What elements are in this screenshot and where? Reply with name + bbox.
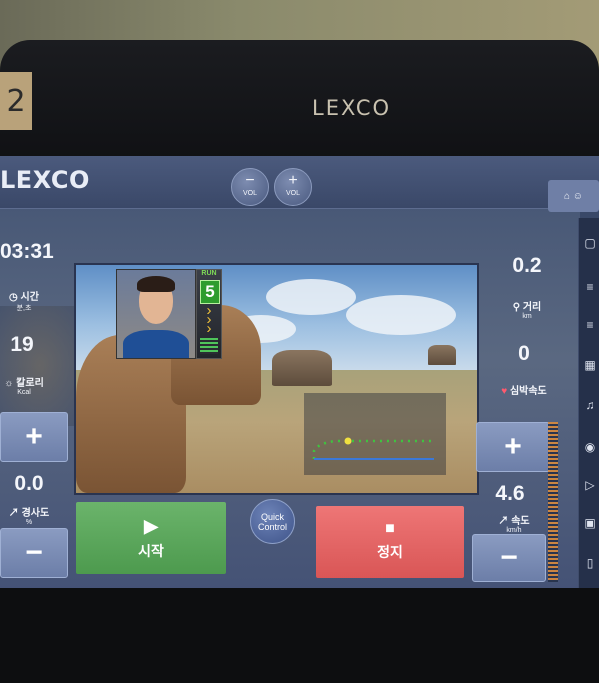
incline-label: ↗ 경사도 — [8, 508, 50, 519]
heart-rate-stat: 0 — [504, 342, 544, 366]
stop-icon: ■ — [385, 520, 395, 537]
cloud — [346, 295, 456, 335]
incline-value: 0.0 — [14, 472, 44, 495]
speed-stat: 4.6 — [488, 482, 532, 506]
route-map-svg — [312, 437, 434, 460]
music-icon[interactable]: ♫ — [583, 398, 597, 412]
incline-stat: 0.0 — [4, 472, 54, 496]
time-unit: 분,초 — [16, 305, 32, 312]
heart-icon: ♥ — [501, 386, 508, 397]
top-bar: LEXCO − VOL + VOL ⌂ ☺ — [0, 156, 599, 212]
runner-icon: ↗ — [498, 516, 509, 527]
incline-up-button[interactable]: + — [0, 412, 68, 462]
speed-down-button[interactable]: − — [472, 534, 546, 582]
machine-number-sticker: 2 — [0, 72, 32, 130]
video-play-icon[interactable]: ▷ — [583, 478, 597, 492]
cloud — [266, 279, 356, 315]
run-label: RUN — [201, 270, 217, 277]
time-label-group: ◷ 시간 분,초 — [2, 284, 46, 313]
treadmill-screen: LEXCO − VOL + VOL ⌂ ☺ 03:31 ◷ 시간 분,초 19 … — [0, 156, 599, 588]
time-value: 03:31 — [0, 240, 54, 263]
distance-value: 0.2 — [512, 254, 542, 277]
minus-icon: − — [25, 536, 43, 569]
location-pin-icon: ⚲ — [512, 302, 521, 313]
screen-logo: LEXCO — [0, 166, 90, 194]
volume-up-button[interactable]: + VOL — [274, 168, 312, 206]
calories-label-group: ☼ 칼로리 Kcal — [2, 370, 46, 396]
side-menu: ▢ ≡ ≡ ▦ ♫ ◉ ▷ ▣ ▯ — [578, 218, 599, 588]
current-position-marker — [344, 437, 352, 445]
distance-stat: 0.2 — [504, 254, 550, 278]
route-map — [304, 393, 446, 475]
incline-label-group: ↗ 경사도 % — [2, 500, 56, 526]
plus-icon: + — [288, 172, 298, 189]
speed-label-group: ↗ 속도 km/h — [488, 508, 540, 534]
film-icon[interactable]: ▦ — [583, 358, 597, 372]
route-path — [312, 439, 432, 459]
scenery-video[interactable]: RUN 5 › › › — [74, 263, 479, 495]
tablet-icon[interactable]: ▣ — [583, 516, 597, 530]
vol-label: VOL — [285, 190, 300, 197]
calories-stat: 19 — [0, 333, 44, 357]
run-level-panel: RUN 5 › › › — [196, 269, 222, 359]
incline-icon: ↗ — [8, 508, 19, 519]
heart-rate-label: ♥ 심박속도 — [501, 386, 547, 397]
dumbbell-icon[interactable]: ≡ — [583, 280, 597, 294]
heart-rate-value: 0 — [518, 342, 530, 365]
minus-icon: − — [500, 541, 518, 574]
stop-label: 정지 — [377, 544, 403, 560]
chevron-up-icon: › › › — [206, 302, 212, 337]
background-rock — [0, 306, 80, 426]
start-label: 시작 — [138, 543, 164, 559]
distance-label-group: ⚲ 거리 km — [502, 294, 552, 320]
vol-label: VOL — [242, 190, 257, 197]
plus-icon: + — [25, 420, 43, 453]
minus-icon: − — [245, 172, 255, 189]
calories-label: ☼ 칼로리 — [4, 378, 44, 389]
plus-icon: + — [504, 430, 522, 463]
speed-level-indicator — [548, 422, 558, 582]
globe-icon[interactable]: ◉ — [583, 440, 597, 454]
phone-icon[interactable]: ▯ — [583, 556, 597, 570]
speed-value: 4.6 — [495, 482, 525, 505]
distance-label: ⚲ 거리 — [512, 302, 542, 313]
incline-down-button[interactable]: − — [0, 528, 68, 578]
speed-label: ↗ 속도 — [498, 516, 530, 527]
trainer-video — [116, 269, 196, 359]
sun-icon: ☼ — [4, 378, 14, 389]
volume-down-button[interactable]: − VOL — [231, 168, 269, 206]
run-number: 5 — [200, 280, 220, 304]
home-button[interactable]: ⌂ ☺ — [548, 180, 599, 212]
console-bezel — [0, 40, 599, 170]
user-icon: ☺ — [572, 190, 584, 202]
dumbbell-icon[interactable]: ≡ — [583, 318, 597, 332]
quick-control-button[interactable]: Quick Control — [250, 499, 295, 544]
hoodoo-rock — [272, 350, 332, 386]
trainer-shirt — [123, 330, 189, 358]
incline-unit: % — [25, 519, 33, 526]
time-stat: 03:31 — [0, 240, 54, 264]
level-bar — [200, 338, 218, 354]
trainer-hair — [137, 276, 175, 292]
speed-unit: km/h — [506, 527, 522, 534]
calories-unit: Kcal — [17, 389, 31, 396]
time-label: ◷ 시간 — [9, 292, 39, 303]
window-icon[interactable]: ▢ — [583, 236, 597, 250]
hoodoo-rock — [428, 345, 456, 365]
heart-rate-label-group: ♥ 심박속도 — [494, 378, 554, 397]
speed-up-button[interactable]: + — [476, 422, 550, 472]
lower-bezel — [0, 588, 599, 683]
clock-icon: ◷ — [9, 292, 18, 303]
stop-button[interactable]: ■ 정지 — [316, 506, 464, 578]
distance-unit: km — [522, 313, 532, 320]
start-button[interactable]: ▶ 시작 — [76, 502, 226, 574]
play-icon: ▶ — [144, 516, 158, 536]
home-icon: ⌂ — [563, 190, 571, 202]
calories-value: 19 — [10, 333, 34, 356]
brand-logo: LEXCO — [312, 96, 392, 120]
